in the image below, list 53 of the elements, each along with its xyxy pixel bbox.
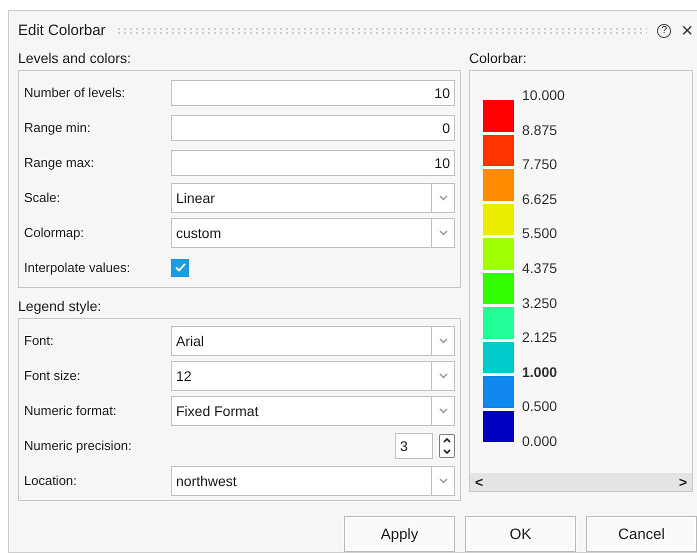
field-label: Font: [24,333,55,348]
input-field[interactable]: 10 [171,80,455,106]
level-label: 0.500 [522,398,558,416]
dialog-button[interactable]: Cancel [586,516,697,552]
level-label: 7.750 [522,156,558,174]
spin-buttons-icon[interactable] [439,434,455,458]
field-label: Range min: [24,120,92,135]
dialog-button[interactable]: Apply [344,516,455,552]
level-label: 0.000 [522,432,558,451]
dialog-button[interactable]: OK [465,516,576,552]
scroll-left-button[interactable]: < [470,474,488,490]
window-title: Edit Colorbar [18,22,106,39]
level-label: 4.375 [522,260,558,278]
field-label: Colormap: [24,225,85,240]
chevron-down-icon [438,194,448,200]
dropdown[interactable]: Arial [171,326,455,356]
section-title: Legend style: [18,297,102,316]
scrollbar[interactable]: < > [470,473,692,491]
level-label: 2.125 [522,329,558,348]
level-label: 3.250 [522,294,558,313]
spin-field[interactable]: 3 [395,432,433,458]
level-label: 6.625 [522,190,558,209]
checkmark-icon [174,263,186,272]
section-title: Levels and colors: [18,49,132,68]
section-title: Colorbar: [469,49,528,68]
scroll-right-button[interactable]: > [674,474,692,490]
field-label: Scale: [24,190,62,205]
checkbox[interactable] [171,258,189,276]
help-button[interactable]: ? [657,24,672,38]
dropdown[interactable]: northwest [171,466,455,496]
level-label: 8.875 [522,122,558,140]
input-field[interactable]: 10 [171,150,455,176]
chevron-down-icon [438,478,448,484]
input-field[interactable]: 0 [171,114,455,140]
field-label: Location: [24,473,78,488]
dropdown[interactable]: Fixed Format [171,396,455,426]
field-label: Numeric precision: [24,438,133,453]
dropdown[interactable]: custom [171,218,455,248]
chevron-down-icon [438,230,448,236]
level-label: 10.000 [522,87,565,105]
level-label: 1.000 [522,364,558,382]
dropdown[interactable]: Linear [171,182,455,212]
chevron-down-icon [438,408,448,414]
field-label: Interpolate values: [24,260,132,275]
close-button[interactable]: × [681,22,693,38]
field-label: Number of levels: [24,85,126,100]
level-label: 5.500 [522,225,558,244]
chevron-down-icon [438,338,448,344]
field-label: Numeric format: [24,403,118,418]
chevron-down-icon [438,372,448,378]
field-label: Range max: [24,155,96,170]
dropdown[interactable]: 12 [171,360,455,390]
field-label: Font size: [24,368,82,383]
